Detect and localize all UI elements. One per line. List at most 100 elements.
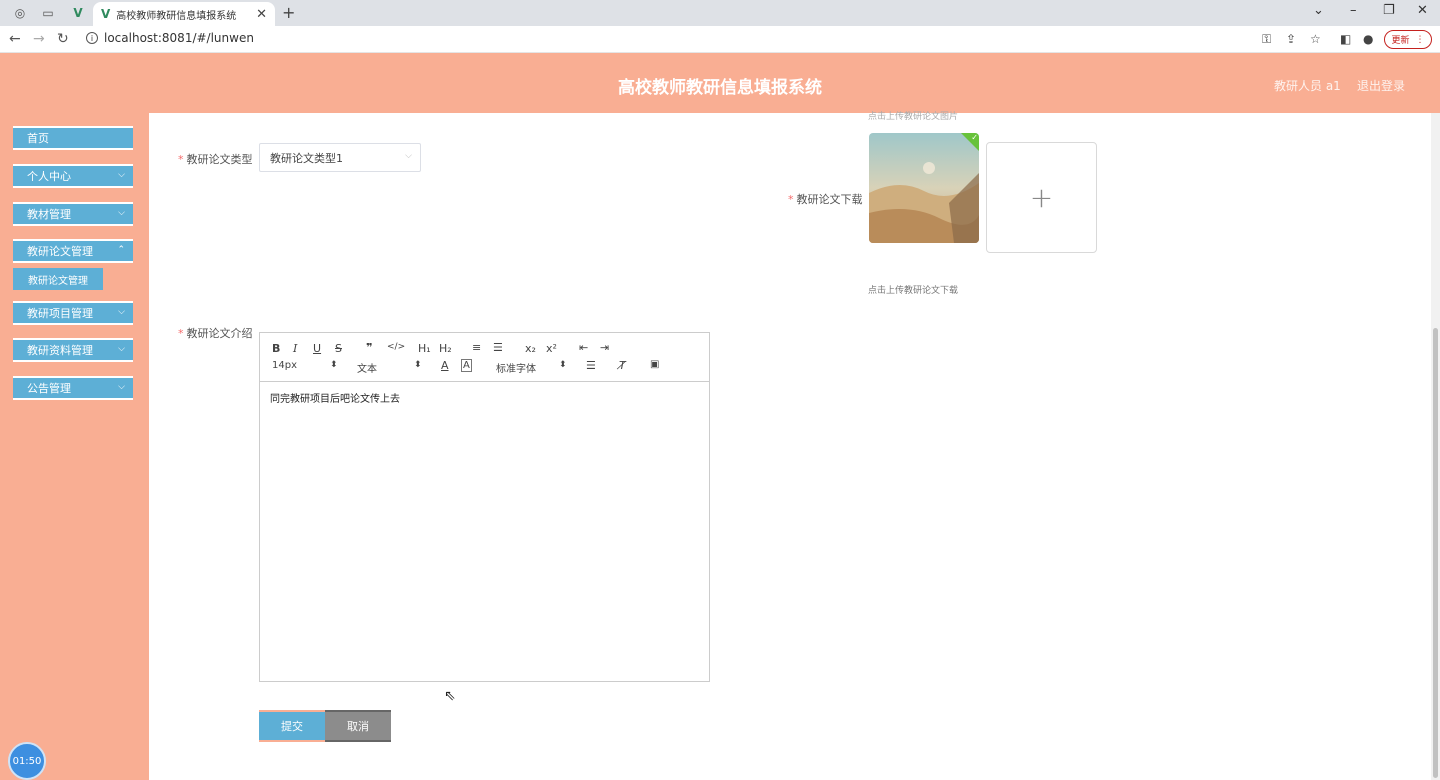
quote-icon[interactable]: ❞ — [366, 341, 372, 354]
rich-text-editor: B I U S ❞ </> H₁ H₂ ≡ ☰ x₂ x² ⇤ ⇥ 14px ⬍… — [259, 332, 710, 682]
sidebar-item-label: 公告管理 — [27, 382, 71, 395]
folder-tab-icon[interactable]: ▭ — [36, 4, 60, 22]
editor-toolbar: B I U S ❞ </> H₁ H₂ ≡ ☰ x₂ x² ⇤ ⇥ 14px ⬍… — [260, 333, 709, 382]
required-mark: * — [178, 153, 184, 166]
plus-icon: + — [1029, 181, 1054, 214]
restore-button[interactable]: ❐ — [1383, 3, 1395, 18]
more-icon: ⋮ — [1415, 34, 1425, 45]
font-size-select[interactable]: 14px — [272, 360, 297, 371]
upload-download-hint: 点击上传教研论文下载 — [868, 286, 959, 296]
tab-title: 高校教师教研信息填报系统 — [116, 10, 237, 22]
align-icon[interactable]: ☰ — [586, 359, 596, 372]
browser-tab-active[interactable]: V 高校教师教研信息填报系统 ✕ — [93, 2, 275, 26]
background-color-icon[interactable]: A — [461, 359, 472, 372]
select-value: 教研论文类型1 — [270, 151, 343, 165]
paper-type-select[interactable]: 教研论文类型1 ⌵ — [259, 143, 421, 172]
chevron-down-icon: ⌵ — [118, 344, 125, 354]
sidepanel-icon[interactable]: ◧ — [1340, 32, 1351, 46]
italic-icon[interactable]: I — [293, 342, 297, 355]
key-icon[interactable]: ⚿ — [1262, 32, 1271, 47]
logout-link[interactable]: 退出登录 — [1357, 77, 1405, 94]
superscript-icon[interactable]: x² — [546, 342, 557, 355]
subscript-icon[interactable]: x₂ — [525, 342, 536, 355]
block-type-select[interactable]: 文本 — [357, 360, 377, 375]
editor-content-area[interactable]: 同完教研项目后吧论文传上去 — [260, 382, 709, 413]
info-icon[interactable]: i — [86, 32, 98, 44]
app-title: 高校教师教研信息填报系统 — [618, 78, 822, 98]
back-icon[interactable]: ← — [9, 31, 21, 47]
tab-search-icon[interactable]: ⌄ — [1313, 3, 1324, 18]
download-label: * 教研论文下载 — [788, 193, 863, 206]
profile-icon[interactable]: ● — [1363, 32, 1373, 46]
clear-format-icon[interactable]: T̸ — [619, 359, 626, 372]
share-icon[interactable]: ⇪ — [1286, 32, 1296, 46]
sidebar-subitem-papers[interactable]: 教研论文管理 — [13, 268, 103, 290]
browser-tab-bar: ◎ ▭ V V 高校教师教研信息填报系统 ✕ + ⌄ – ❐ ✕ — [0, 0, 1440, 26]
sidebar-item-label: 首页 — [27, 132, 49, 145]
required-mark: * — [788, 193, 794, 206]
sidebar-item-label: 个人中心 — [27, 170, 71, 183]
user-info: 教研人员 a1 — [1274, 79, 1341, 93]
new-tab-button[interactable]: + — [282, 3, 295, 22]
timer-badge[interactable]: 01:50 — [8, 742, 46, 780]
scrollbar-thumb[interactable] — [1433, 328, 1438, 778]
sidebar-item-materials[interactable]: 教研资料管理 ⌵ — [13, 338, 133, 362]
mouse-cursor-icon: ⇖ — [444, 688, 456, 704]
sidebar-item-home[interactable]: 首页 — [13, 126, 133, 150]
required-mark: * — [178, 327, 184, 340]
chevron-down-icon: ⌵ — [118, 208, 125, 218]
block-type-arrows-icon: ⬍ — [414, 360, 422, 370]
url-text: localhost:8081/#/lunwen — [104, 31, 254, 45]
chevron-up-icon: ⌃ — [117, 245, 125, 255]
chevron-down-icon: ⌵ — [405, 151, 412, 161]
reload-icon[interactable]: ↻ — [57, 31, 69, 47]
globe-icon[interactable]: ◎ — [8, 4, 32, 22]
indent-icon[interactable]: ⇥ — [600, 341, 609, 354]
cancel-button[interactable]: 取消 — [325, 710, 391, 742]
star-icon[interactable]: ☆ — [1310, 32, 1321, 46]
close-window-button[interactable]: ✕ — [1417, 3, 1428, 18]
sidebar-item-projects[interactable]: 教研项目管理 ⌵ — [13, 301, 133, 325]
update-label: 更新 — [1391, 36, 1410, 46]
code-icon[interactable]: </> — [387, 342, 405, 352]
bold-icon[interactable]: B — [272, 342, 280, 355]
intro-text: 同完教研项目后吧论文传上去 — [270, 394, 400, 405]
sidebar-item-label: 教材管理 — [27, 208, 71, 221]
sidebar-item-label: 教研资料管理 — [27, 344, 93, 357]
minimize-button[interactable]: – — [1350, 3, 1357, 18]
sidebar-item-profile[interactable]: 个人中心 ⌵ — [13, 164, 133, 188]
heading2-icon[interactable]: H₂ — [439, 342, 452, 355]
heading1-icon[interactable]: H₁ — [418, 342, 431, 355]
image-icon[interactable]: ▣ — [650, 359, 659, 370]
close-tab-icon[interactable]: ✕ — [256, 7, 267, 22]
upload-plus-button[interactable]: + — [986, 142, 1097, 253]
bullet-list-icon[interactable]: ☰ — [493, 341, 503, 354]
page-scrollbar[interactable] — [1431, 113, 1440, 780]
ordered-list-icon[interactable]: ≡ — [472, 341, 481, 354]
sidebar-item-label: 教研项目管理 — [27, 307, 93, 320]
update-button[interactable]: 更新 ⋮ — [1384, 30, 1432, 49]
upload-image-hint: 点击上传教研论文图片 — [868, 112, 959, 122]
uploaded-thumbnail[interactable]: ✓ — [869, 133, 979, 243]
sidebar-item-textbooks[interactable]: 教材管理 ⌵ — [13, 202, 133, 226]
chevron-down-icon: ⌵ — [118, 307, 125, 317]
font-size-arrows-icon: ⬍ — [330, 360, 338, 370]
sidebar-item-papers[interactable]: 教研论文管理 ⌃ — [13, 239, 133, 263]
vue-favicon-icon: V — [101, 7, 111, 21]
chevron-down-icon: ⌵ — [118, 170, 125, 180]
forward-icon[interactable]: → — [33, 31, 45, 47]
chevron-down-icon: ⌵ — [118, 382, 125, 392]
font-color-icon[interactable]: A — [441, 359, 449, 372]
strike-icon[interactable]: S — [335, 342, 342, 355]
vue-logo-icon[interactable]: V — [66, 4, 90, 22]
check-icon: ✓ — [971, 133, 978, 142]
submit-button[interactable]: 提交 — [259, 710, 325, 742]
underline-icon[interactable]: U — [313, 342, 321, 355]
font-family-select[interactable]: 标准字体 — [496, 360, 536, 375]
url-field[interactable]: i localhost:8081/#/lunwen — [86, 31, 254, 45]
type-label: * 教研论文类型 — [178, 153, 253, 166]
sidebar-item-announcements[interactable]: 公告管理 ⌵ — [13, 376, 133, 400]
sidebar-item-label: 教研论文管理 — [27, 245, 93, 258]
intro-label: * 教研论文介绍 — [178, 327, 253, 340]
outdent-icon[interactable]: ⇤ — [579, 341, 588, 354]
